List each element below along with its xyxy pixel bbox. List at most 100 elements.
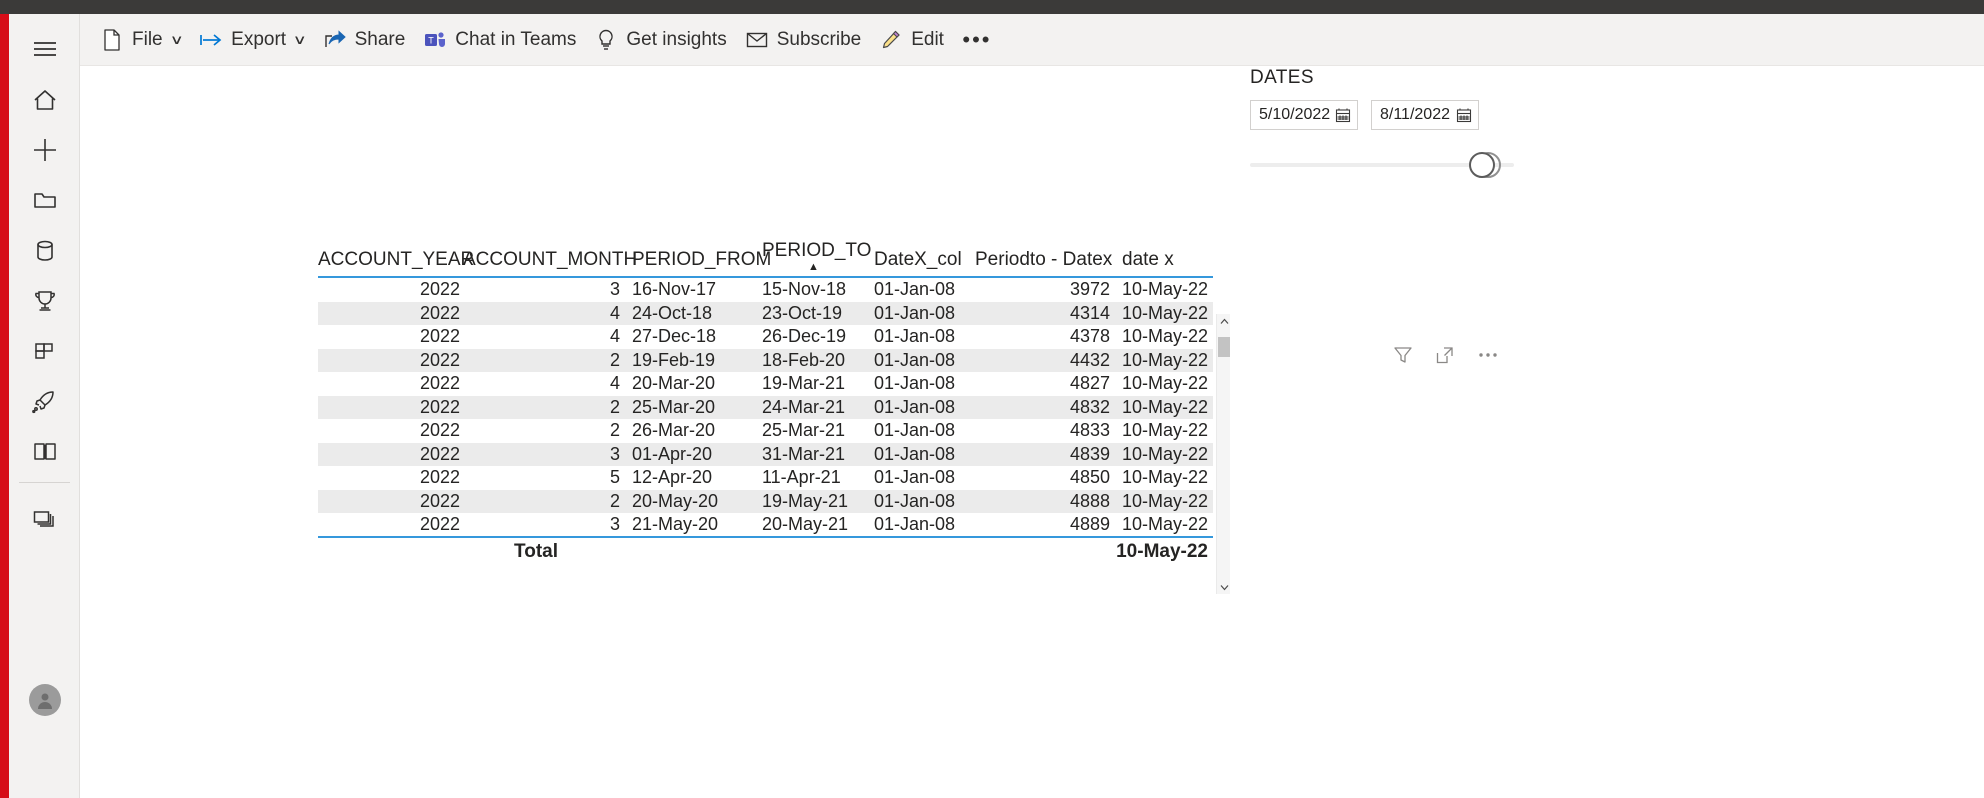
cell-date_x: 10-May-22 bbox=[1113, 348, 1213, 372]
cell-account_month: 3 bbox=[609, 514, 620, 535]
table-row[interactable]: 2022 4 27-Dec-18 26-Dec-19 01-Jan-08 4378 10-M… bbox=[318, 325, 1213, 349]
table-row[interactable]: 2022 2 20-May-20 19-May-21 01-Jan-08 4888 10-M… bbox=[318, 489, 1213, 513]
subscribe-button[interactable]: Subscribe bbox=[736, 20, 871, 60]
sidebar-item-navigation[interactable] bbox=[9, 24, 80, 74]
sidebar-item-home[interactable] bbox=[9, 75, 80, 125]
focus-mode-icon[interactable] bbox=[1435, 345, 1455, 365]
cell-date_x: 10-May-22 bbox=[1122, 514, 1209, 535]
export-menu-button[interactable]: Export ∨ bbox=[190, 20, 313, 60]
share-button[interactable]: Share bbox=[314, 20, 415, 60]
cell-period_to: 31-Mar-21 bbox=[753, 442, 865, 466]
cell-periodto_datex: 4314 bbox=[975, 301, 1113, 325]
column-header-date-x[interactable]: date x bbox=[1113, 235, 1213, 278]
chevron-down-icon: ∨ bbox=[292, 31, 307, 47]
window-top-strip bbox=[0, 0, 1984, 14]
cell-periodto_datex: 4432 bbox=[975, 348, 1113, 372]
rocket-deployment-icon bbox=[32, 389, 57, 414]
sidebar-item-workspaces[interactable] bbox=[9, 494, 80, 544]
column-label: PERIOD_TO bbox=[762, 240, 872, 261]
cell-datex_col: 01-Jan-08 bbox=[865, 395, 975, 419]
column-header-datex-col[interactable]: DateX_col bbox=[865, 235, 975, 278]
file-label: File bbox=[132, 28, 163, 50]
sidebar-item-data-hub[interactable] bbox=[9, 226, 80, 276]
dates-slicer: DATES 5/10/2022 8/11/2022 bbox=[1250, 67, 1590, 178]
table-row[interactable]: 2022 2 25-Mar-20 24-Mar-21 01-Jan-08 4832 10-M… bbox=[318, 395, 1213, 419]
cell-date_x: 10-May-22 bbox=[1113, 489, 1213, 513]
calendar-icon[interactable] bbox=[1456, 107, 1472, 123]
end-date-input[interactable]: 8/11/2022 bbox=[1371, 100, 1479, 130]
column-header-period-from[interactable]: PERIOD_FROM bbox=[623, 235, 771, 278]
filter-icon[interactable] bbox=[1393, 345, 1413, 365]
table-row[interactable]: 2022 2 19-Feb-19 18-Feb-20 01-Jan-08 4432 10-M… bbox=[318, 348, 1213, 372]
avatar[interactable] bbox=[29, 684, 61, 716]
cell-account_month: 3 bbox=[609, 279, 620, 300]
scroll-up-icon[interactable] bbox=[1217, 314, 1231, 328]
cell-period_from: 27-Dec-18 bbox=[632, 326, 717, 347]
chat-in-teams-button[interactable]: T Chat in Teams bbox=[414, 20, 585, 60]
lightbulb-icon bbox=[594, 28, 618, 52]
table-row[interactable]: 2022 3 01-Apr-20 31-Mar-21 01-Jan-08 4839 10-M… bbox=[318, 442, 1213, 466]
file-menu-button[interactable]: File ∨ bbox=[91, 20, 190, 60]
file-document-icon bbox=[100, 28, 124, 52]
table-row[interactable]: 2022 2 26-Mar-20 25-Mar-21 01-Jan-08 4833 10-M… bbox=[318, 419, 1213, 443]
pencil-edit-icon bbox=[879, 28, 903, 52]
cell-account_year: 2022 bbox=[419, 514, 460, 535]
cell-period_to: 26-Dec-19 bbox=[762, 326, 847, 347]
cell-account_month: 4 bbox=[609, 373, 620, 394]
sidebar-item-learn[interactable] bbox=[9, 426, 80, 476]
sidebar-item-apps[interactable] bbox=[9, 326, 80, 376]
visual-more-options-icon[interactable] bbox=[1477, 345, 1499, 365]
table-row[interactable]: 2022 5 12-Apr-20 11-Apr-21 01-Jan-08 4850 10-M… bbox=[318, 466, 1213, 490]
cell-account_month: 3 bbox=[463, 442, 623, 466]
column-header-account-month[interactable]: ACCOUNT_MONTH bbox=[463, 235, 637, 278]
trophy-metrics-icon bbox=[33, 289, 57, 313]
cell-period_from: 26-Mar-20 bbox=[632, 420, 716, 441]
sidebar-item-browse[interactable] bbox=[9, 175, 80, 225]
table-rows: 2022 3 16-Nov-17 15-Nov-18 01-Jan-08 3972 10-M… bbox=[318, 278, 1213, 536]
cell-account_year: 2022 bbox=[318, 442, 463, 466]
report-canvas: DATES 5/10/2022 8/11/2022 ACCOUNT_YEAR A… bbox=[80, 67, 1984, 798]
export-label: Export bbox=[231, 28, 287, 50]
cell-date_x: 10-May-22 bbox=[1113, 301, 1213, 325]
table-row[interactable]: 2022 3 21-May-20 20-May-21 01-Jan-08 4889 10-M… bbox=[318, 513, 1213, 536]
cell-period_from: 25-Mar-20 bbox=[623, 395, 753, 419]
sidebar-item-deployment-pipelines[interactable] bbox=[9, 376, 80, 426]
calendar-icon[interactable] bbox=[1335, 107, 1351, 123]
cell-date_x: 10-May-22 bbox=[1122, 373, 1209, 394]
visual-header-actions bbox=[1393, 345, 1499, 365]
column-header-periodto-datex[interactable]: Periodto - Datex bbox=[975, 235, 1113, 278]
table-body-scroll-region[interactable]: 2022 3 16-Nov-17 15-Nov-18 01-Jan-08 3972 10-M… bbox=[318, 278, 1213, 536]
cell-datex_col: 01-Jan-08 bbox=[874, 279, 956, 300]
share-icon bbox=[323, 28, 347, 52]
cell-period_from: 19-Feb-19 bbox=[623, 348, 753, 372]
export-arrow-icon bbox=[199, 28, 223, 52]
cell-datex_col: 01-Jan-08 bbox=[865, 301, 975, 325]
edit-button[interactable]: Edit bbox=[870, 20, 953, 60]
slider-thumb-primary[interactable] bbox=[1469, 152, 1495, 178]
get-insights-button[interactable]: Get insights bbox=[585, 20, 735, 60]
scrollbar-thumb[interactable] bbox=[1218, 337, 1230, 357]
table-vertical-scrollbar[interactable] bbox=[1216, 314, 1230, 594]
more-commands-button[interactable]: ••• bbox=[959, 20, 995, 60]
column-header-account-year[interactable]: ACCOUNT_YEAR bbox=[318, 235, 474, 278]
cell-date_x: 10-May-22 bbox=[1122, 279, 1209, 300]
book-learn-icon bbox=[32, 440, 58, 462]
column-header-period-to[interactable]: PERIOD_TO ▲ bbox=[753, 235, 871, 278]
sidebar-item-create[interactable] bbox=[9, 125, 80, 175]
scroll-down-icon[interactable] bbox=[1217, 580, 1231, 594]
table-row[interactable]: 2022 4 24-Oct-18 23-Oct-19 01-Jan-08 4314 10-M… bbox=[318, 301, 1213, 325]
cell-datex_col: 01-Jan-08 bbox=[865, 348, 975, 372]
table-row[interactable]: 2022 4 20-Mar-20 19-Mar-21 01-Jan-08 4827 10-M… bbox=[318, 372, 1213, 396]
share-label: Share bbox=[354, 28, 406, 50]
table-visual: ACCOUNT_YEAR ACCOUNT_MONTH PERIOD_FROM P… bbox=[318, 235, 1497, 594]
sidebar-item-metrics[interactable] bbox=[9, 276, 80, 326]
column-label: date x bbox=[1122, 249, 1174, 270]
cell-date_x: 10-May-22 bbox=[1113, 442, 1213, 466]
chevron-down-icon: ∨ bbox=[169, 31, 184, 47]
left-navigation-sidebar bbox=[9, 14, 80, 798]
chat-in-teams-label: Chat in Teams bbox=[455, 28, 577, 50]
date-range-slider[interactable] bbox=[1250, 152, 1530, 178]
start-date-input[interactable]: 5/10/2022 bbox=[1250, 100, 1358, 130]
cell-datex_col: 01-Jan-08 bbox=[874, 373, 956, 394]
table-row[interactable]: 2022 3 16-Nov-17 15-Nov-18 01-Jan-08 3972 10-M… bbox=[318, 278, 1213, 302]
